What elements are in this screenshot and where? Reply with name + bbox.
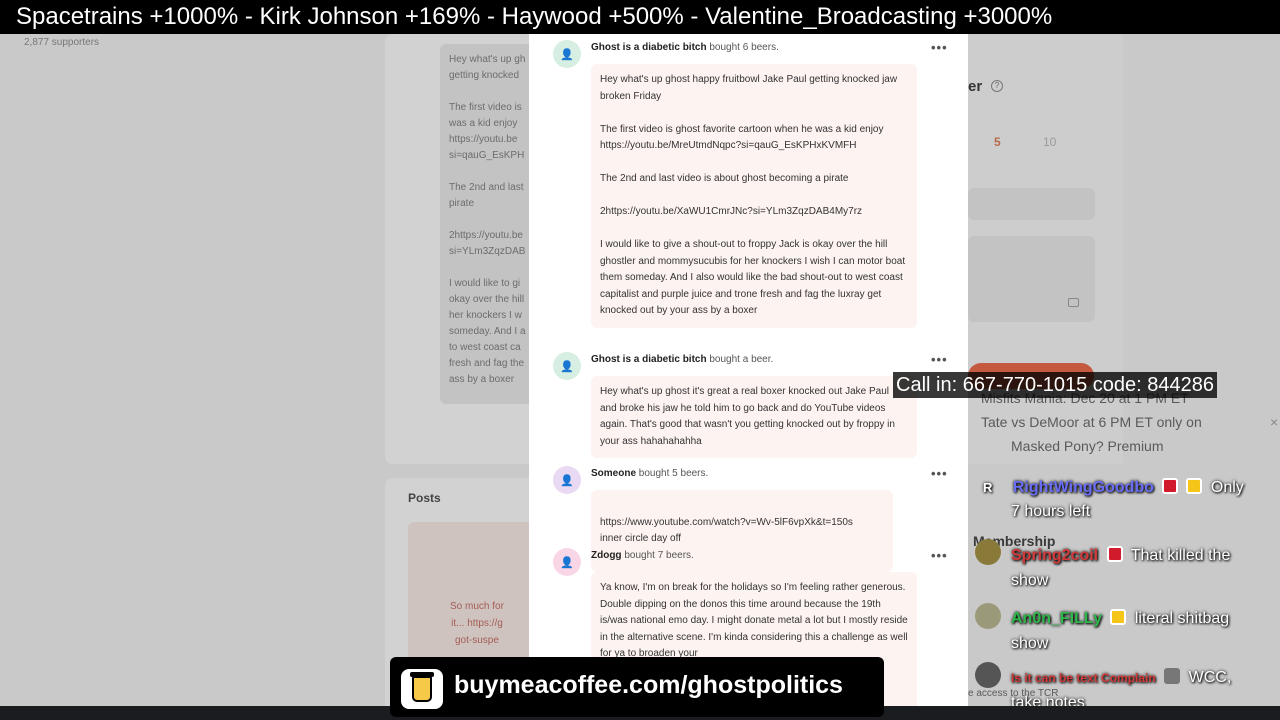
entry-header: Someone bought 5 beers. [591, 468, 708, 479]
message-paragraph: I would like to give a shout-out to frop… [600, 239, 906, 316]
supporters-count: 2,877 supporters [24, 37, 100, 48]
posts-title: Posts [408, 491, 441, 505]
coffee-banner: buymeacoffee.com/ghostpolitics [390, 657, 884, 717]
chat-text: WCC, [1188, 669, 1232, 686]
chat-text: literal shitbag [1134, 610, 1230, 627]
coffee-banner-text: buymeacoffee.com/ghostpolitics [454, 671, 843, 699]
bg-left-text: Hey what's up gh getting knocked The fir… [449, 54, 526, 385]
callin-overlay: Call in: 667-770-1015 code: 844286 [893, 372, 1218, 398]
close-icon[interactable]: × [1270, 414, 1278, 430]
more-options-icon[interactable]: ••• [931, 466, 948, 481]
supporter-name[interactable]: Zdogg [591, 550, 622, 561]
message-bubble: Hey what's up ghost happy fruitbowl Jake… [591, 64, 917, 328]
bg-right-heading: er [968, 78, 983, 95]
coffee-cup-icon [401, 669, 443, 709]
supporters-modal[interactable]: 👤 Ghost is a diabetic bitch bought 6 bee… [529, 30, 968, 706]
chat-username: Spring2coil [1011, 547, 1099, 564]
posts-preview-text: So much for it... https://g got-suspe [450, 601, 504, 646]
message-paragraph: Hey what's up ghost it's great a real bo… [600, 386, 895, 447]
bg-name-field [968, 188, 1095, 220]
entry-header: Ghost is a diabetic bitch bought a beer. [591, 354, 773, 365]
chat-message-cont: show [1011, 572, 1049, 589]
chat-initial: R [983, 480, 993, 495]
ticker-bar: Spacetrains +1000% - Kirk Johnson +169% … [0, 0, 1280, 34]
bg-message-field [968, 236, 1095, 322]
bg-event-text: Tate vs DeMoor at 6 PM ET only on [981, 414, 1202, 430]
chat-text: That killed the [1130, 547, 1231, 564]
message-paragraph: 2https://youtu.be/XaWU1CmrJNc?si=YLm3Zqz… [600, 206, 863, 217]
member-badge-icon [1164, 668, 1181, 684]
avatar: 👤 [553, 466, 581, 494]
message-paragraph: The 2nd and last video is about ghost be… [600, 173, 849, 184]
help-icon: ? [991, 80, 1003, 92]
moderator-badge-icon [1162, 478, 1179, 494]
message-paragraph: The first video is ghost favorite cartoo… [600, 123, 884, 152]
chat-message-cont: show [1011, 635, 1049, 652]
avatar: 👤 [553, 40, 581, 68]
message-paragraph: https://www.youtube.com/watch?v=Wv-5lF6v… [600, 516, 853, 545]
avatar: 👤 [553, 352, 581, 380]
amount-option-5: 5 [994, 135, 1001, 149]
chat-avatar [975, 662, 1001, 688]
chat-message: Spring2coil That killed the [1011, 546, 1230, 565]
supporter-name[interactable]: Ghost is a diabetic bitch [591, 354, 707, 365]
supporter-action: bought 7 beers. [624, 550, 694, 561]
chat-username: An0n_FILLy [1011, 610, 1102, 627]
chat-text: Only [1210, 479, 1244, 496]
supporter-action: bought a beer. [709, 354, 774, 365]
chat-avatar [975, 603, 1001, 629]
supporter-name[interactable]: Someone [591, 468, 636, 479]
moderator-badge-icon [1106, 546, 1123, 562]
message-paragraph: Ya know, I'm on break for the holidays s… [600, 582, 908, 659]
chat-message: R RightWingGoodbo Only [983, 478, 1244, 497]
chat-message-cont: 7 hours left [1011, 503, 1091, 520]
member-badge-icon [1110, 609, 1127, 625]
chat-avatar [975, 539, 1001, 565]
amount-option-10: 10 [1043, 135, 1057, 149]
more-options-icon[interactable]: ••• [931, 352, 948, 367]
chat-username: RightWingGoodbo [1012, 479, 1154, 496]
member-badge-icon [1186, 478, 1203, 494]
bg-event-text: Masked Pony? Premium [1011, 438, 1164, 454]
avatar: 👤 [553, 548, 581, 576]
chat-username: Is it can be text Complain [1011, 671, 1156, 685]
entry-header: Ghost is a diabetic bitch bought 6 beers… [591, 42, 779, 53]
media-icon [1068, 298, 1079, 307]
supporter-action: bought 5 beers. [638, 468, 709, 479]
chat-message: Is it can be text Complain WCC, [1011, 668, 1231, 687]
message-paragraph: Hey what's up ghost happy fruitbowl Jake… [600, 74, 898, 102]
supporter-action: bought 6 beers. [709, 42, 779, 53]
entry-header: Zdogg bought 7 beers. [591, 550, 694, 561]
chat-message: An0n_FILLy literal shitbag [1011, 609, 1229, 628]
more-options-icon[interactable]: ••• [931, 548, 948, 563]
more-options-icon[interactable]: ••• [931, 40, 948, 55]
supporter-name[interactable]: Ghost is a diabetic bitch [591, 42, 707, 53]
message-bubble: Hey what's up ghost it's great a real bo… [591, 376, 917, 458]
